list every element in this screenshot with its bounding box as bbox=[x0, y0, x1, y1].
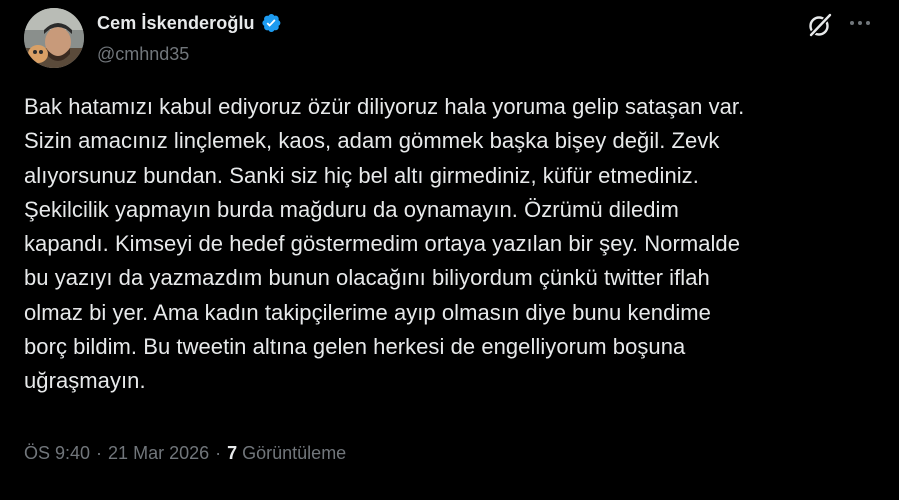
views-count: 7 bbox=[227, 443, 238, 463]
meta-separator: · bbox=[215, 443, 222, 463]
avatar-image bbox=[24, 8, 84, 68]
more-options-icon[interactable] bbox=[846, 12, 874, 34]
verified-badge-icon[interactable] bbox=[260, 12, 282, 34]
views-label: Görüntüleme bbox=[242, 443, 347, 463]
meta-separator: · bbox=[96, 443, 103, 463]
author-identity: Cem İskenderoğlu @cmhnd35 bbox=[97, 10, 282, 65]
tweet-time[interactable]: ÖS 9:40 bbox=[24, 443, 90, 464]
grok-icon[interactable] bbox=[807, 12, 833, 38]
author-display-name[interactable]: Cem İskenderoğlu bbox=[97, 13, 255, 34]
tweet: Cem İskenderoğlu @cmhnd35 Bak hatamızı k… bbox=[0, 0, 899, 500]
tweet-text: Bak hatamızı kabul ediyoruz özür diliyor… bbox=[24, 94, 745, 394]
author-handle[interactable]: @cmhnd35 bbox=[97, 44, 282, 65]
tweet-meta: ÖS 9:40 · 21 Mar 2026 · 7 Görüntüleme bbox=[24, 443, 346, 464]
name-row: Cem İskenderoğlu bbox=[97, 10, 282, 36]
tweet-date[interactable]: 21 Mar 2026 bbox=[108, 443, 209, 464]
avatar[interactable] bbox=[24, 8, 84, 68]
